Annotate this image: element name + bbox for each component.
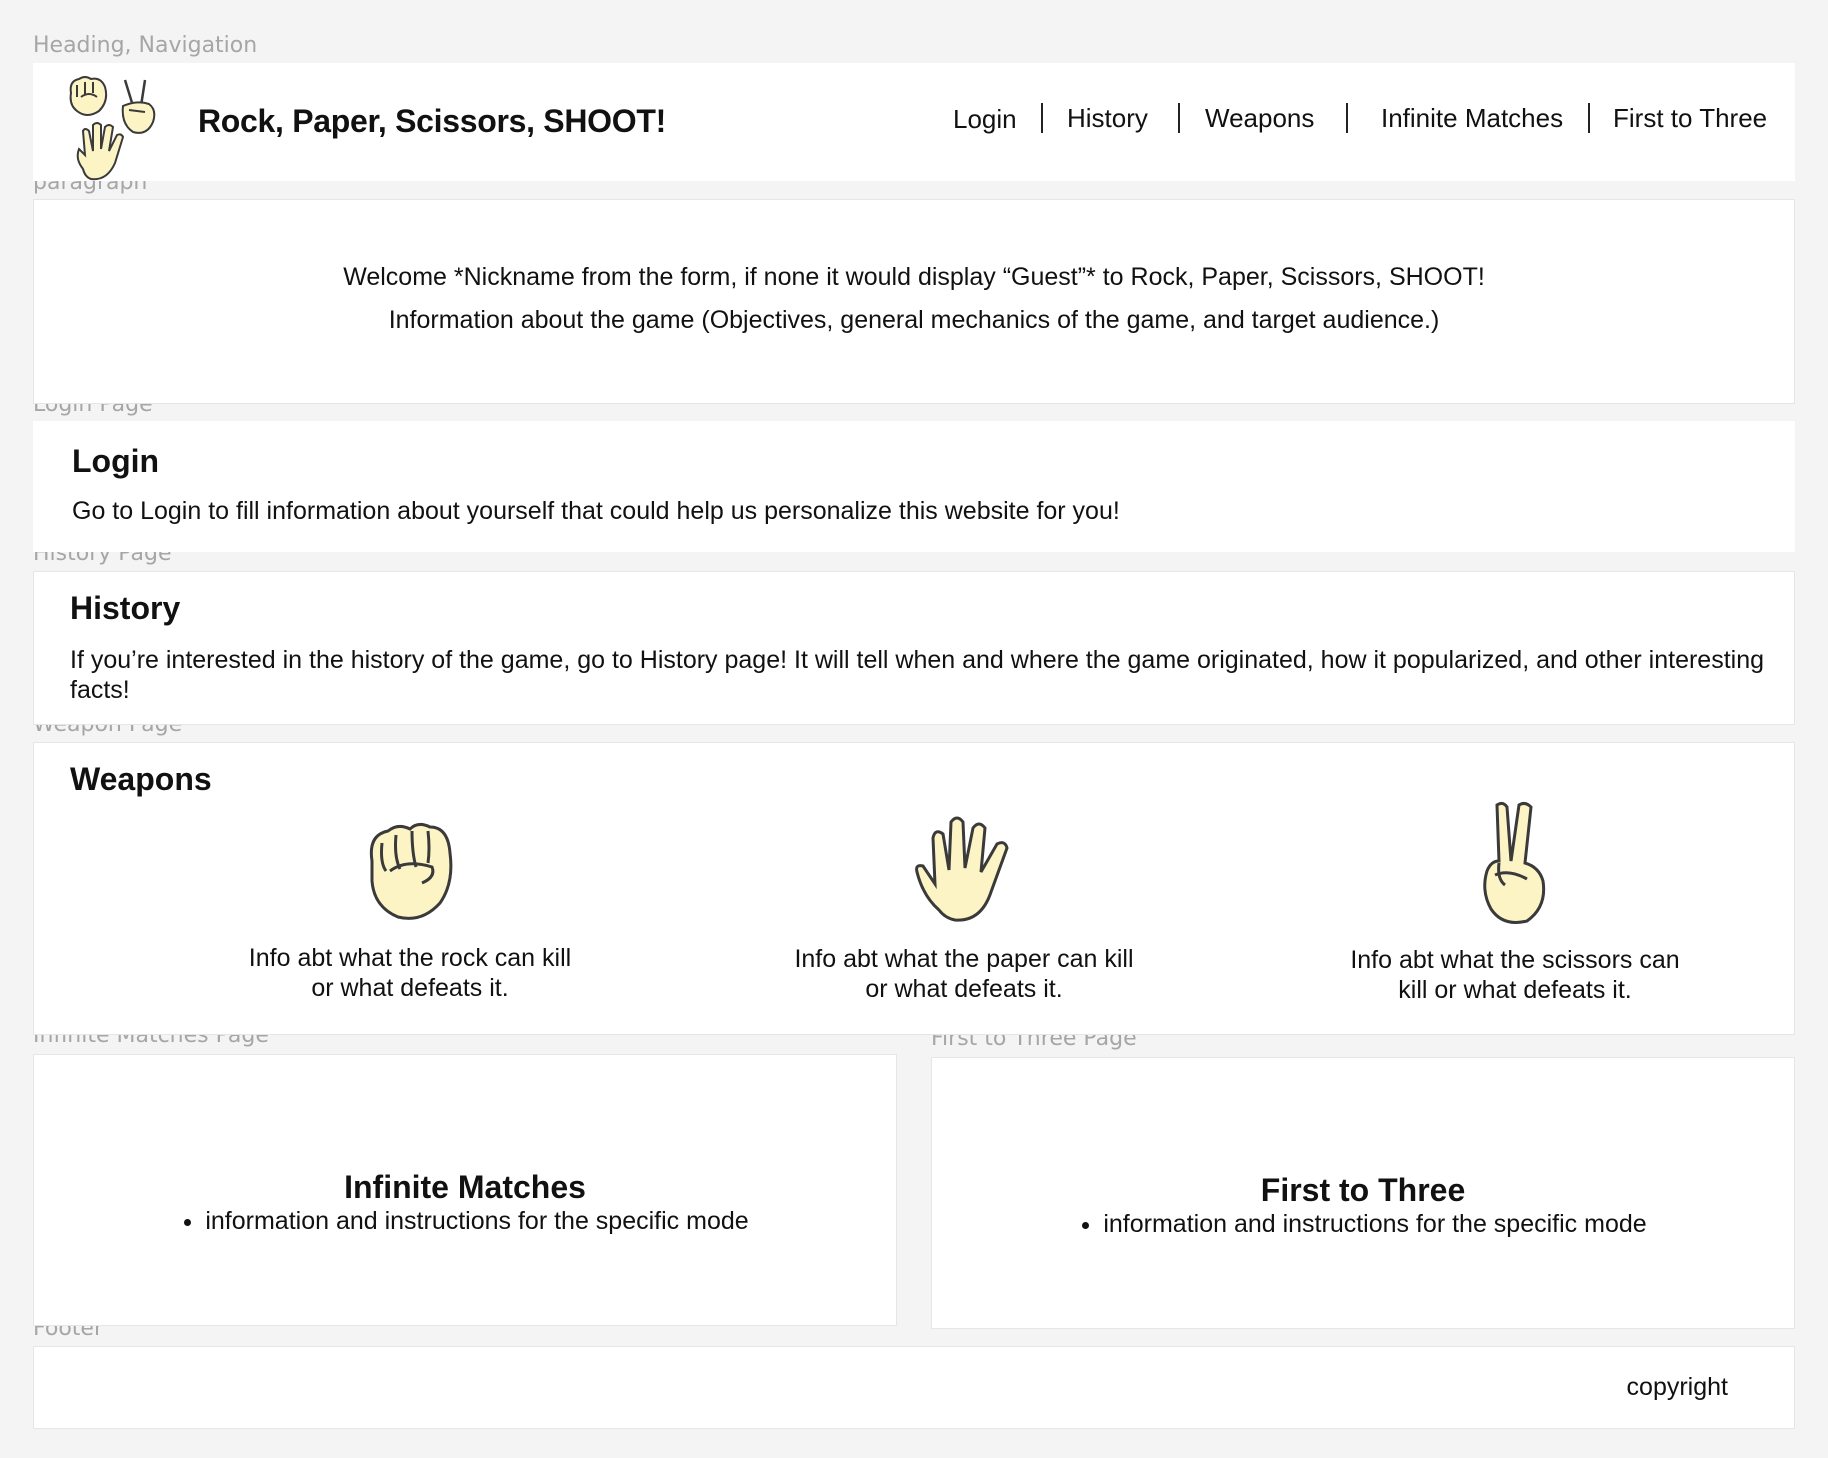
first-to-three-list: information and instructions for the spe…: [1079, 1209, 1646, 1239]
nav-separator: [1178, 103, 1180, 133]
scissors-hand-icon: [1483, 801, 1546, 924]
nav-separator: [1346, 103, 1348, 133]
nav-history[interactable]: History: [1067, 103, 1148, 134]
infinite-matches-section: Infinite Matches information and instruc…: [33, 1054, 897, 1326]
nav-separator: [1041, 103, 1043, 133]
rock-info-text: Info abt what the rock can kill or what …: [248, 944, 572, 1002]
login-heading: Login: [72, 443, 160, 479]
login-text: Go to Login to fill information about yo…: [72, 497, 1120, 525]
nav-login[interactable]: Login: [953, 104, 1017, 135]
login-section: Login Go to Login to fill information ab…: [33, 421, 1795, 552]
history-text: If you’re interested in the history of t…: [70, 646, 1765, 704]
weapons-section: Weapons Info abt what the rock can kill …: [33, 742, 1795, 1035]
weapons-heading: Weapons: [70, 761, 212, 797]
welcome-text: Welcome *Nickname from the form, if none…: [343, 263, 1485, 291]
copyright-text: copyright: [1626, 1373, 1728, 1401]
list-item: information and instructions for the spe…: [1103, 1209, 1646, 1239]
welcome-section: Welcome *Nickname from the form, if none…: [33, 199, 1795, 404]
weapon-rock: Info abt what the rock can kill or what …: [240, 813, 580, 1003]
nav-first-to-three[interactable]: First to Three: [1613, 103, 1767, 134]
rock-fist-icon: [369, 822, 453, 920]
infinite-matches-heading: Infinite Matches: [344, 1169, 586, 1205]
paper-info-text: Info abt what the paper can kill or what…: [794, 945, 1134, 1003]
paper-hand-icon: [915, 816, 1009, 922]
site-title: Rock, Paper, Scissors, SHOOT!: [198, 103, 666, 139]
first-to-three-section: First to Three information and instructi…: [931, 1057, 1795, 1329]
site-footer: copyright: [33, 1346, 1795, 1429]
site-header: Rock, Paper, Scissors, SHOOT! Login Hist…: [33, 63, 1795, 181]
nav-infinite-matches[interactable]: Infinite Matches: [1381, 103, 1563, 134]
scissors-info-text: Info abt what the scissors can kill or w…: [1350, 946, 1680, 1004]
frame-label-header: Heading, Navigation: [33, 33, 258, 58]
logo-icon: [63, 71, 173, 181]
nav-weapons[interactable]: Weapons: [1205, 103, 1314, 134]
weapon-scissors: Info abt what the scissors can kill or w…: [1345, 799, 1685, 1005]
weapon-paper: Info abt what the paper can kill or what…: [794, 808, 1134, 1004]
history-section: History If you’re interested in the hist…: [33, 571, 1795, 725]
game-info-text: Information about the game (Objectives, …: [388, 306, 1440, 334]
list-item: information and instructions for the spe…: [205, 1206, 748, 1236]
nav-separator: [1588, 103, 1590, 133]
first-to-three-heading: First to Three: [1260, 1172, 1466, 1208]
history-heading: History: [70, 590, 181, 626]
infinite-matches-list: information and instructions for the spe…: [181, 1206, 748, 1236]
